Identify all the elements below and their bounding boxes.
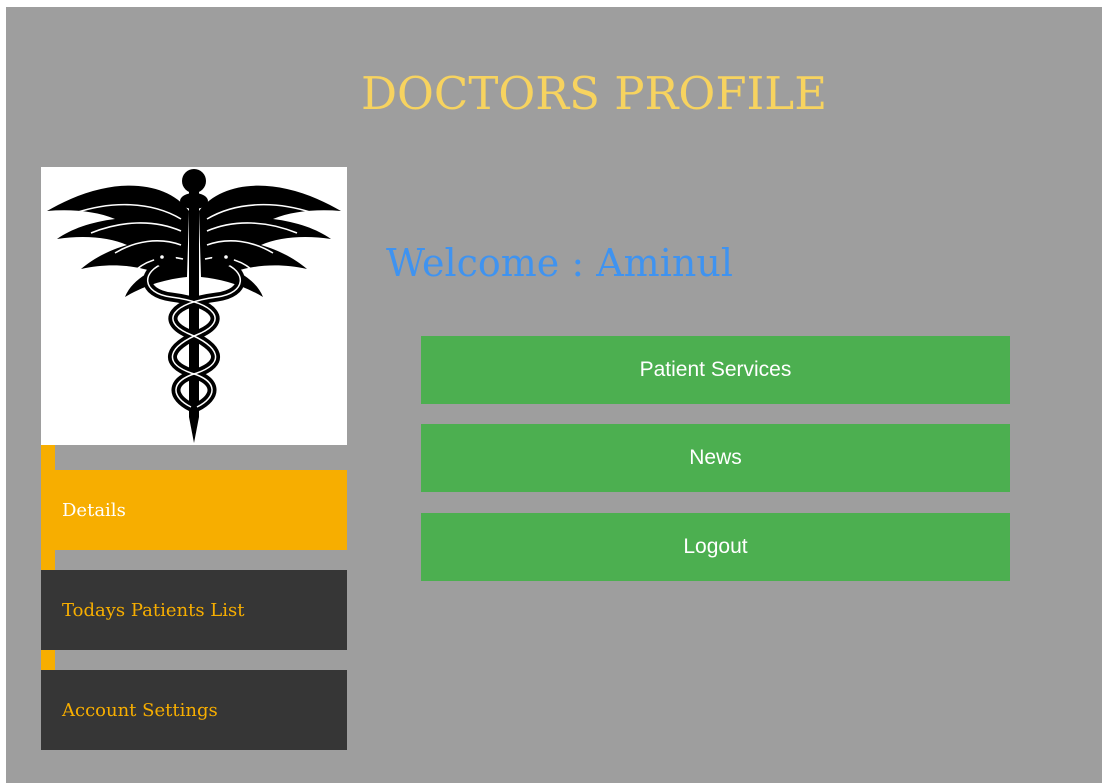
caduceus-logo	[41, 167, 347, 445]
sidebar-item-label: Account Settings	[62, 699, 218, 721]
sidebar-item-details[interactable]: Details	[41, 470, 347, 550]
welcome-message: Welcome : Aminul	[386, 241, 733, 285]
sidebar-item-account-settings[interactable]: Account Settings	[41, 670, 347, 750]
page-title: DOCTORS PROFILE	[360, 67, 828, 120]
sidebar-item-label: Details	[62, 499, 126, 521]
logout-button[interactable]: Logout	[421, 513, 1010, 581]
caduceus-icon	[47, 169, 341, 443]
sidebar-item-todays-patients-list[interactable]: Todays Patients List	[41, 570, 347, 650]
news-button[interactable]: News	[421, 424, 1010, 492]
sidebar-item-label: Todays Patients List	[62, 599, 245, 621]
doctor-profile-page: DOCTORS PROFILE Details Todays Patients …	[6, 7, 1102, 783]
patient-services-button[interactable]: Patient Services	[421, 336, 1010, 404]
